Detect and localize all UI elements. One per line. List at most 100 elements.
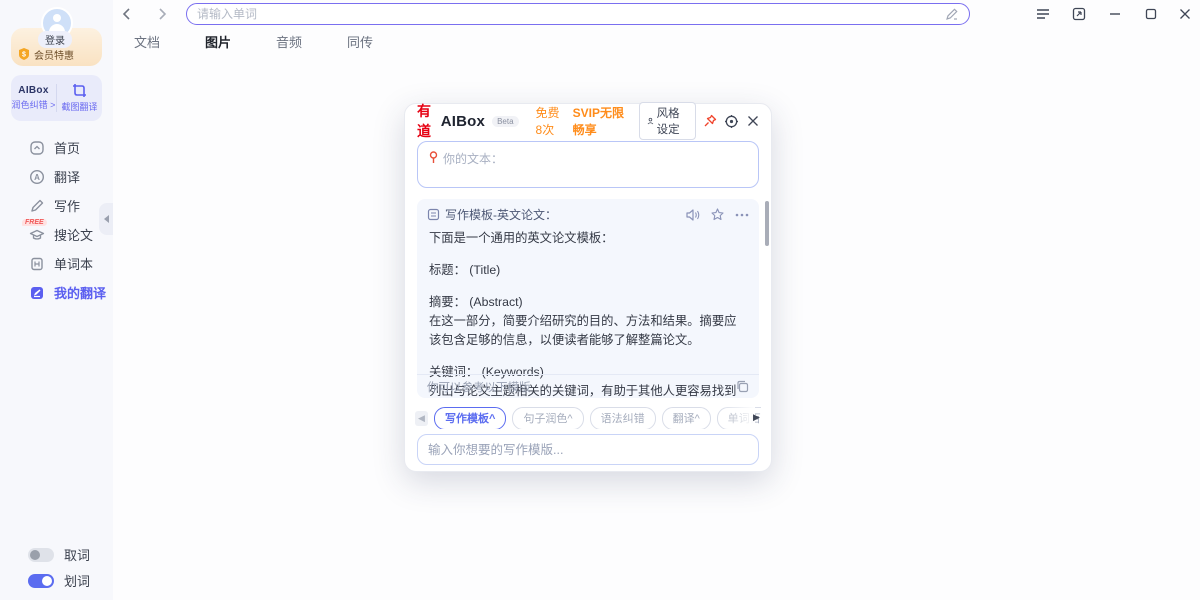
member-offer-button[interactable]: $ 会员特惠 — [18, 46, 95, 62]
svg-text:$: $ — [22, 52, 26, 59]
word-capture-label: 取词 — [64, 545, 90, 564]
pin-button[interactable] — [703, 112, 717, 130]
sidebar-collapse-handle[interactable] — [99, 203, 113, 235]
word-capture-toggle-row: 取词 — [28, 545, 90, 564]
your-text-input-area[interactable]: 你的文本： — [417, 141, 759, 188]
chip-grammar-check[interactable]: 语法纠错 — [590, 407, 656, 429]
screenshot-translate-label: 截图翻译 — [61, 100, 97, 113]
member-offer-label: 会员特惠 — [34, 47, 74, 62]
float-window-icon — [1072, 7, 1086, 21]
toggle-knob — [42, 576, 52, 586]
youdao-logo: 有道 — [417, 101, 437, 141]
aibox-title: AIBox — [441, 113, 485, 130]
sidebar-item-label: 翻译 — [54, 167, 80, 186]
template-doc-icon — [427, 208, 440, 221]
app-window: 登录 $ 会员特惠 AIBox 润色纠错 > 截图翻译 — [0, 0, 1200, 600]
sidebar-item-label: 搜论文 — [54, 225, 93, 244]
graduation-cap-icon — [28, 226, 45, 243]
sidebar-tools-card: AIBox 润色纠错 > 截图翻译 — [11, 75, 102, 121]
svg-text:A: A — [34, 173, 40, 182]
result-actions — [686, 208, 749, 221]
avatar-head-icon — [53, 14, 61, 22]
word-select-label: 划词 — [64, 571, 90, 590]
tab-images[interactable]: 图片 — [199, 29, 237, 54]
sidebar-item-wordbook[interactable]: 单词本 — [0, 249, 113, 278]
dialog-close-button[interactable] — [746, 112, 759, 130]
star-icon[interactable] — [711, 208, 724, 221]
maximize-icon — [1145, 8, 1157, 20]
gear-icon — [724, 114, 739, 129]
pen-icon — [28, 197, 45, 214]
pencil-icon[interactable] — [945, 7, 959, 21]
sidebar-item-my-translations[interactable]: 我的翻译 — [0, 278, 113, 307]
template-input-wrap — [417, 434, 759, 465]
dialog-scrollbar[interactable] — [765, 201, 769, 246]
chevron-left-icon — [104, 215, 109, 223]
template-input[interactable] — [428, 443, 748, 457]
content-tabs: 文档 图片 音频 同传 — [128, 29, 379, 54]
home-icon — [28, 139, 45, 156]
word-select-toggle-row: 划词 — [28, 571, 90, 590]
sidebar-nav: 首页 A 翻译 写作 FREE 搜论文 — [0, 133, 113, 307]
chevron-left-icon — [122, 8, 131, 20]
person-icon — [647, 116, 654, 126]
more-options-icon[interactable] — [735, 213, 749, 217]
sidebar-item-label: 我的翻译 — [54, 283, 106, 302]
close-icon — [1179, 8, 1191, 20]
aibox-logo: AIBox — [18, 85, 48, 96]
close-button[interactable] — [1174, 3, 1196, 25]
hamburger-icon — [1036, 9, 1050, 19]
result-footer: 你可以参考以下模版 — [417, 374, 759, 398]
copy-icon[interactable] — [736, 380, 749, 393]
maximize-button[interactable] — [1140, 3, 1162, 25]
your-text-label: 你的文本： — [443, 150, 503, 167]
chip-writing-template[interactable]: 写作模板^ — [434, 407, 506, 429]
result-paragraph: 标题： (Title) — [429, 261, 747, 280]
close-icon — [747, 115, 759, 127]
sidebar-item-label: 写作 — [54, 196, 80, 215]
beta-badge: Beta — [492, 116, 518, 127]
chip-sentence-polish[interactable]: 句子润色^ — [512, 407, 583, 429]
result-title: 写作模板-英文论文： — [445, 206, 681, 223]
search-bar — [186, 3, 970, 25]
style-settings-label: 风格设定 — [657, 105, 689, 137]
crop-icon — [72, 83, 87, 98]
result-paragraph: 摘要： (Abstract) 在这一部分，简要介绍研究的目的、方法和结果。摘要应… — [429, 293, 747, 350]
style-settings-button[interactable]: 风格设定 — [639, 102, 697, 140]
chip-translate[interactable]: 翻译^ — [662, 407, 711, 429]
result-body: 下面是一个通用的英文论文模板： 标题： (Title) 摘要： (Abstrac… — [417, 227, 759, 398]
screenshot-translate-tool[interactable]: 截图翻译 — [57, 75, 102, 121]
sidebar-item-search-papers[interactable]: FREE 搜论文 — [0, 220, 113, 249]
tab-documents[interactable]: 文档 — [128, 29, 166, 54]
sidebar-item-writing[interactable]: 写作 — [0, 191, 113, 220]
forward-button[interactable] — [152, 4, 172, 24]
float-window-button[interactable] — [1068, 3, 1090, 25]
result-paragraph: 下面是一个通用的英文论文模板： — [429, 229, 747, 248]
sidebar-item-label: 首页 — [54, 138, 80, 157]
settings-button[interactable] — [724, 112, 739, 130]
speaker-icon[interactable] — [686, 209, 700, 221]
aibox-tool[interactable]: AIBox 润色纠错 > — [11, 75, 56, 121]
pin-icon — [703, 114, 717, 128]
tab-audio[interactable]: 音频 — [270, 29, 308, 54]
back-button[interactable] — [116, 4, 136, 24]
aibox-dialog-header: 有道 AIBox Beta 免费8次 SVIP无限畅享 风格设定 — [405, 104, 771, 138]
menu-button[interactable] — [1032, 3, 1054, 25]
my-translations-icon — [28, 284, 45, 301]
wordbook-icon — [28, 255, 45, 272]
word-capture-toggle[interactable] — [28, 548, 54, 562]
result-header: 写作模板-英文论文： — [417, 199, 759, 227]
chips-scroll-right-button[interactable]: ▶ — [750, 410, 763, 425]
svip-upsell-link[interactable]: SVIP无限畅享 — [573, 104, 626, 138]
sidebar-item-translate[interactable]: A 翻译 — [0, 162, 113, 191]
word-select-toggle[interactable] — [28, 574, 54, 588]
result-footer-hint: 你可以参考以下模版 — [427, 379, 736, 395]
chips-scroll-left-button[interactable]: ◀ — [415, 411, 428, 426]
sidebar-item-home[interactable]: 首页 — [0, 133, 113, 162]
search-input[interactable] — [197, 7, 945, 21]
tab-interpretation[interactable]: 同传 — [341, 29, 379, 54]
minimize-button[interactable] — [1104, 3, 1126, 25]
sidebar-item-label: 单词本 — [54, 254, 93, 273]
toggle-knob — [30, 550, 40, 560]
function-chips-row: ◀ 写作模板^ 句子润色^ 语法纠错 翻译^ 单词百科 论文去 — [415, 407, 761, 429]
